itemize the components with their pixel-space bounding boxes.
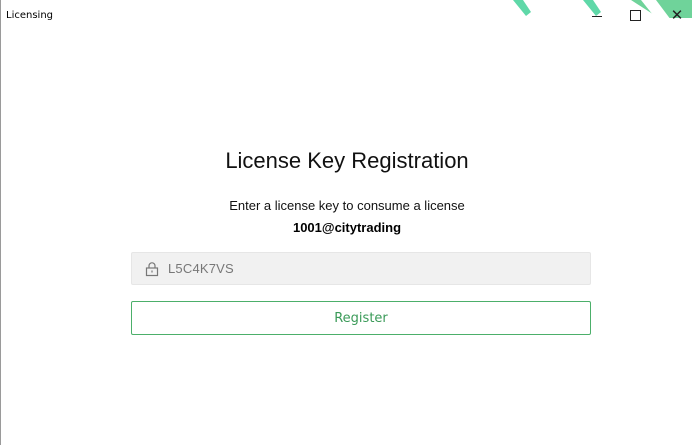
page-title: License Key Registration xyxy=(225,148,469,173)
maximize-button[interactable] xyxy=(615,3,655,27)
close-icon: ✕ xyxy=(670,6,684,24)
window-title: Licensing xyxy=(6,10,54,21)
instruction-text: Enter a license key to consume a license xyxy=(229,198,465,213)
register-button-label: Register xyxy=(334,310,388,326)
close-button[interactable]: ✕ xyxy=(657,3,692,27)
register-button[interactable]: Register xyxy=(131,301,591,335)
minimize-button[interactable] xyxy=(577,3,617,27)
minimize-icon xyxy=(592,15,602,17)
license-key-value: L5C4K7VS xyxy=(168,261,234,276)
account-name: 1001@citytrading xyxy=(292,220,402,235)
title-bar[interactable]: Licensing ✕ xyxy=(1,0,692,30)
lock-icon xyxy=(145,261,159,276)
maximize-icon xyxy=(629,9,641,21)
license-key-input[interactable]: L5C4K7VS xyxy=(131,252,591,285)
licensing-window: Licensing ✕ License Key Registration Ent… xyxy=(0,0,692,445)
